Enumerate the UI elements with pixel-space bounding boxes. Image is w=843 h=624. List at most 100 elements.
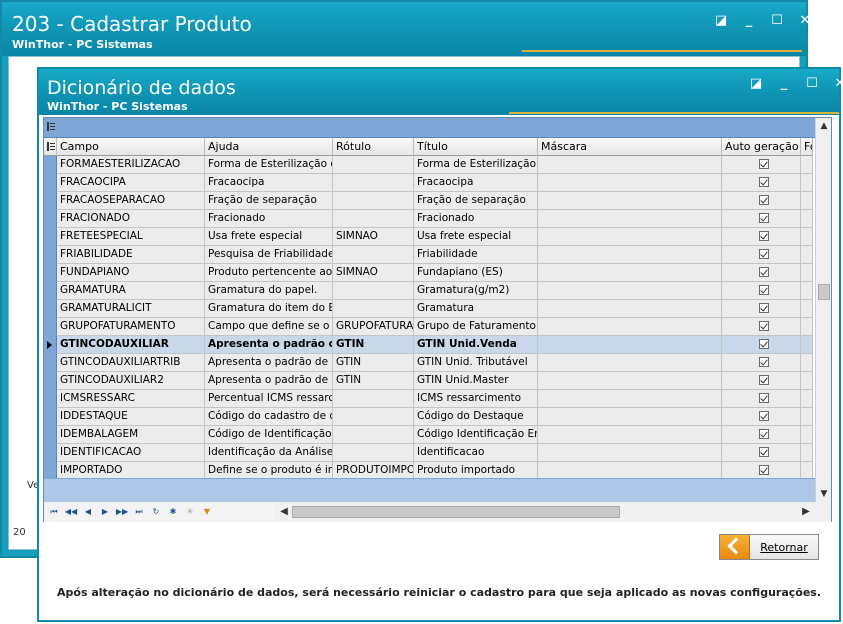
cell-mascara[interactable]: [538, 174, 722, 192]
table-row[interactable]: GRUPOFATURAMENTO Campo que define se o gr…: [44, 318, 813, 336]
table-row[interactable]: FRACAOCIPA Fracaocipa Fracaocipa: [44, 174, 813, 192]
cell-mascara[interactable]: [538, 426, 722, 444]
row-indicator[interactable]: [44, 444, 57, 462]
minimize-icon[interactable]: _: [742, 14, 756, 28]
cell-ajuda[interactable]: Fração de separação: [205, 192, 333, 210]
vertical-scroll-thumb[interactable]: [818, 284, 830, 300]
cell-rotulo[interactable]: [333, 390, 414, 408]
table-row[interactable]: GTINCODAUXILIAR2 Apresenta o padrão de có…: [44, 372, 813, 390]
cell-rotulo[interactable]: [333, 174, 414, 192]
cell-ajuda[interactable]: Identificação da Análise.: [205, 444, 333, 462]
column-header[interactable]: Auto geração: [722, 138, 801, 156]
cell-formula[interactable]: [801, 228, 813, 246]
cell-auto-geracao[interactable]: [722, 264, 801, 282]
next-page-icon[interactable]: ▶▶: [114, 504, 130, 520]
row-indicator[interactable]: [44, 318, 57, 336]
cell-auto-geracao[interactable]: [722, 300, 801, 318]
refresh-icon[interactable]: ↻: [148, 504, 164, 520]
cell-campo[interactable]: GTINCODAUXILIARTRIB: [57, 354, 205, 372]
cell-auto-geracao[interactable]: [722, 372, 801, 390]
cell-titulo[interactable]: Usa frete especial: [414, 228, 538, 246]
table-row[interactable]: GRAMATURA Gramatura do papel. Gramatura(g/…: [44, 282, 813, 300]
maximize-icon[interactable]: ☐: [805, 77, 819, 91]
cell-campo[interactable]: IDEMBALAGEM: [57, 426, 205, 444]
cell-formula[interactable]: [801, 264, 813, 282]
cell-formula[interactable]: [801, 282, 813, 300]
cell-titulo[interactable]: ICMS ressarcimento: [414, 390, 538, 408]
cell-titulo[interactable]: GTIN Unid.Master: [414, 372, 538, 390]
cell-campo[interactable]: GRAMATURALICIT: [57, 300, 205, 318]
cell-ajuda[interactable]: Pesquisa de Friabilidade.: [205, 246, 333, 264]
column-header[interactable]: Ajuda: [205, 138, 333, 156]
cell-ajuda[interactable]: Gramatura do item do Edit: [205, 300, 333, 318]
checkbox-checked-icon[interactable]: [759, 231, 769, 241]
scroll-down-icon[interactable]: ▼: [816, 486, 832, 502]
group-by-bar[interactable]: [44, 118, 816, 138]
cell-campo[interactable]: IDENTIFICACAO: [57, 444, 205, 462]
scroll-left-icon[interactable]: ◀: [276, 504, 292, 520]
cell-auto-geracao[interactable]: [722, 192, 801, 210]
previous-page-icon[interactable]: ◀◀: [63, 504, 79, 520]
column-header[interactable]: Título: [414, 138, 538, 156]
cell-titulo[interactable]: Grupo de Faturamento: [414, 318, 538, 336]
table-row[interactable]: GTINCODAUXILIAR Apresenta o padrão de GTIN…: [44, 336, 813, 354]
cell-titulo[interactable]: GTIN Unid. Tributável: [414, 354, 538, 372]
checkbox-checked-icon[interactable]: [759, 249, 769, 259]
cell-titulo[interactable]: Fundapiano (ES): [414, 264, 538, 282]
table-row[interactable]: FORMAESTERILIZACAO Forma de Esterilização…: [44, 156, 813, 174]
cell-rotulo[interactable]: [333, 426, 414, 444]
table-row[interactable]: FUNDAPIANO Produto pertencente ao F SIMNAO…: [44, 264, 813, 282]
cell-auto-geracao[interactable]: [722, 444, 801, 462]
row-indicator[interactable]: [44, 246, 57, 264]
cell-formula[interactable]: [801, 372, 813, 390]
cell-auto-geracao[interactable]: [722, 210, 801, 228]
cell-mascara[interactable]: [538, 228, 722, 246]
cell-campo[interactable]: FRETEESPECIAL: [57, 228, 205, 246]
cell-campo[interactable]: GTINCODAUXILIAR: [57, 336, 205, 354]
cell-auto-geracao[interactable]: [722, 282, 801, 300]
first-page-icon[interactable]: ⏮: [46, 504, 62, 520]
cell-rotulo[interactable]: [333, 246, 414, 264]
column-header[interactable]: Fó: [801, 138, 813, 156]
cell-auto-geracao[interactable]: [722, 354, 801, 372]
table-row[interactable]: FRACAOSEPARACAO Fração de separação Fração…: [44, 192, 813, 210]
cell-mascara[interactable]: [538, 390, 722, 408]
restore-icon[interactable]: ◪: [749, 77, 763, 91]
cell-titulo[interactable]: Forma de Esterilização: [414, 156, 538, 174]
delete-record-icon[interactable]: ✳: [182, 504, 198, 520]
cell-mascara[interactable]: [538, 300, 722, 318]
horizontal-scroll-thumb[interactable]: [292, 506, 620, 518]
row-indicator[interactable]: [44, 264, 57, 282]
cell-titulo[interactable]: Código do Destaque: [414, 408, 538, 426]
checkbox-checked-icon[interactable]: [759, 339, 769, 349]
cell-rotulo[interactable]: [333, 210, 414, 228]
cell-ajuda[interactable]: Usa frete especial: [205, 228, 333, 246]
cell-titulo[interactable]: Gramatura: [414, 300, 538, 318]
cell-auto-geracao[interactable]: [722, 426, 801, 444]
cell-rotulo[interactable]: [333, 300, 414, 318]
cell-rotulo[interactable]: [333, 156, 414, 174]
close-icon[interactable]: ✕: [798, 14, 812, 28]
cell-mascara[interactable]: [538, 336, 722, 354]
close-icon[interactable]: ✕: [833, 77, 843, 91]
cell-mascara[interactable]: [538, 264, 722, 282]
cell-ajuda[interactable]: Gramatura do papel.: [205, 282, 333, 300]
horizontal-scrollbar[interactable]: ◀ ▶: [274, 502, 816, 522]
cell-rotulo[interactable]: [333, 282, 414, 300]
cell-titulo[interactable]: Fracionado: [414, 210, 538, 228]
cell-titulo[interactable]: Código Identificação Emb: [414, 426, 538, 444]
table-row[interactable]: IDEMBALAGEM Código de Identificação d Códi…: [44, 426, 813, 444]
cell-titulo[interactable]: GTIN Unid.Venda: [414, 336, 538, 354]
checkbox-checked-icon[interactable]: [759, 465, 769, 475]
checkbox-checked-icon[interactable]: [759, 393, 769, 403]
cell-formula[interactable]: [801, 156, 813, 174]
cell-titulo[interactable]: Fração de separação: [414, 192, 538, 210]
cell-ajuda[interactable]: Forma de Esterilização do: [205, 156, 333, 174]
scroll-up-icon[interactable]: ▲: [816, 118, 832, 134]
row-indicator[interactable]: [44, 192, 57, 210]
restore-icon[interactable]: ◪: [714, 14, 728, 28]
cell-rotulo[interactable]: GTIN: [333, 336, 414, 354]
cell-formula[interactable]: [801, 192, 813, 210]
header-indicator-icon[interactable]: [44, 138, 57, 156]
cell-mascara[interactable]: [538, 408, 722, 426]
